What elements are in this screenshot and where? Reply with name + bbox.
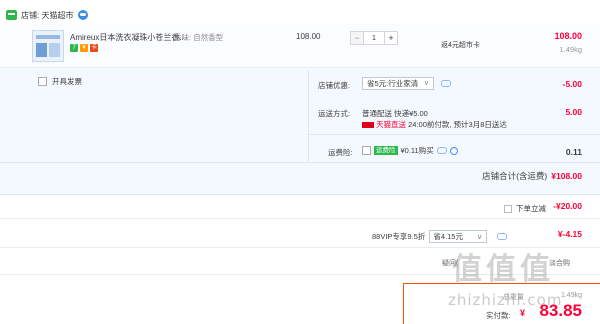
invoice-checkbox[interactable] <box>38 77 47 86</box>
insurance-checkbox[interactable] <box>362 146 371 155</box>
store-header: 店铺: 天猫超市 <box>6 8 89 22</box>
vip-select[interactable]: 省4.15元 ∨ <box>429 230 488 243</box>
shipping-method: 普通配送 快递¥5.00 <box>362 109 428 118</box>
shipping-label: 运送方式: <box>318 109 351 118</box>
item-subtotal: 108.00 <box>554 31 582 41</box>
chevron-down-icon: ∨ <box>423 80 429 87</box>
invoice-option[interactable]: 开具发票 <box>38 76 82 87</box>
row-divider <box>0 162 600 163</box>
store-coupon-selected: 省5元:行业家清 <box>367 79 419 88</box>
instant-discount-label: 下单立减 <box>516 204 546 213</box>
coupon-chat-icon[interactable] <box>441 80 451 87</box>
pay-amount: 83.85 <box>539 301 582 320</box>
price-protect-icon: ¥ <box>80 44 88 52</box>
store-coupon-amount: -5.00 <box>562 79 582 89</box>
vip-amount: ¥-4.15 <box>557 229 582 239</box>
shipping-eta-row: 天猫直送 24:00前付款, 预计3月8日送达 <box>362 119 507 130</box>
row-divider <box>308 134 600 135</box>
increase-button[interactable]: + <box>384 31 398 45</box>
product-badges: 7 ¥ 卡 <box>70 44 98 52</box>
seven-day-return-icon: 7 <box>70 44 78 52</box>
pay-currency: ¥ <box>520 308 526 318</box>
panel-divider <box>308 70 309 163</box>
shipping-brand: 天猫直送 <box>376 120 406 129</box>
store-coupon-select[interactable]: 省5元:行业家清 ∨ <box>362 77 434 90</box>
instant-discount-option[interactable]: 下单立减 <box>504 203 546 214</box>
pay-label: 实付款: <box>486 311 511 320</box>
tmall-flag-icon <box>362 122 374 129</box>
help-icon[interactable] <box>449 146 458 155</box>
instant-discount-checkbox[interactable] <box>504 204 512 213</box>
insurance-chat-icon[interactable] <box>436 147 447 154</box>
decrease-button[interactable]: − <box>350 31 364 45</box>
product-sku: 香味: 自然香型 <box>174 33 224 42</box>
divider <box>0 218 600 219</box>
card-icon: 卡 <box>90 44 98 52</box>
insurance-option[interactable]: 运费险 ¥0.11购买 <box>362 145 458 156</box>
chevron-down-icon: ∨ <box>476 232 483 241</box>
store-total-label: 店铺合计(含运费) <box>482 171 548 181</box>
product-title[interactable]: Amireux日本洗衣凝珠小苍兰香... <box>70 32 186 43</box>
vip-label: 88VIP专享9.5折 <box>372 232 426 241</box>
vip-chat-icon[interactable] <box>497 233 508 240</box>
vip-selected: 省4.15元 <box>433 232 463 241</box>
store-name[interactable]: 店铺: 天猫超市 <box>21 10 73 21</box>
instant-discount-amount: -¥20.00 <box>553 201 582 211</box>
unit-price: 108.00 <box>296 32 321 41</box>
vip-discount-row: 88VIP专享9.5折 省4.15元 ∨ <box>372 230 508 243</box>
shipping-eta: 24:00前付款, 预计3月8日送达 <box>408 120 507 129</box>
item-weight: 1.49kg <box>559 45 582 54</box>
store-total: 店铺合计(含运费) ¥108.00 <box>482 170 582 182</box>
product-thumbnail[interactable] <box>32 30 64 62</box>
insurance-price: ¥0.11购买 <box>400 146 434 155</box>
quantity-input[interactable]: 1 <box>364 31 384 45</box>
total-weight-value: 1.49kg <box>560 292 582 299</box>
insurance-amount: 0.11 <box>565 147 582 157</box>
insurance-tag: 运费险 <box>374 146 398 155</box>
store-total-value: ¥108.00 <box>551 171 582 181</box>
insurance-label: 运费险: <box>328 148 353 157</box>
store-coupon-label: 店铺优惠: <box>318 81 351 90</box>
invoice-label: 开具发票 <box>52 77 82 86</box>
watermark-logo: 值值值 <box>452 252 554 287</box>
card-rebate-note: 返4元超市卡 <box>441 42 480 49</box>
wangwang-chat-icon[interactable] <box>78 10 89 20</box>
total-weight-label: 总重量 <box>503 294 524 301</box>
shipping-amount: 5.00 <box>565 107 582 117</box>
store-icon <box>6 10 17 20</box>
quantity-stepper: − 1 + <box>350 31 398 45</box>
